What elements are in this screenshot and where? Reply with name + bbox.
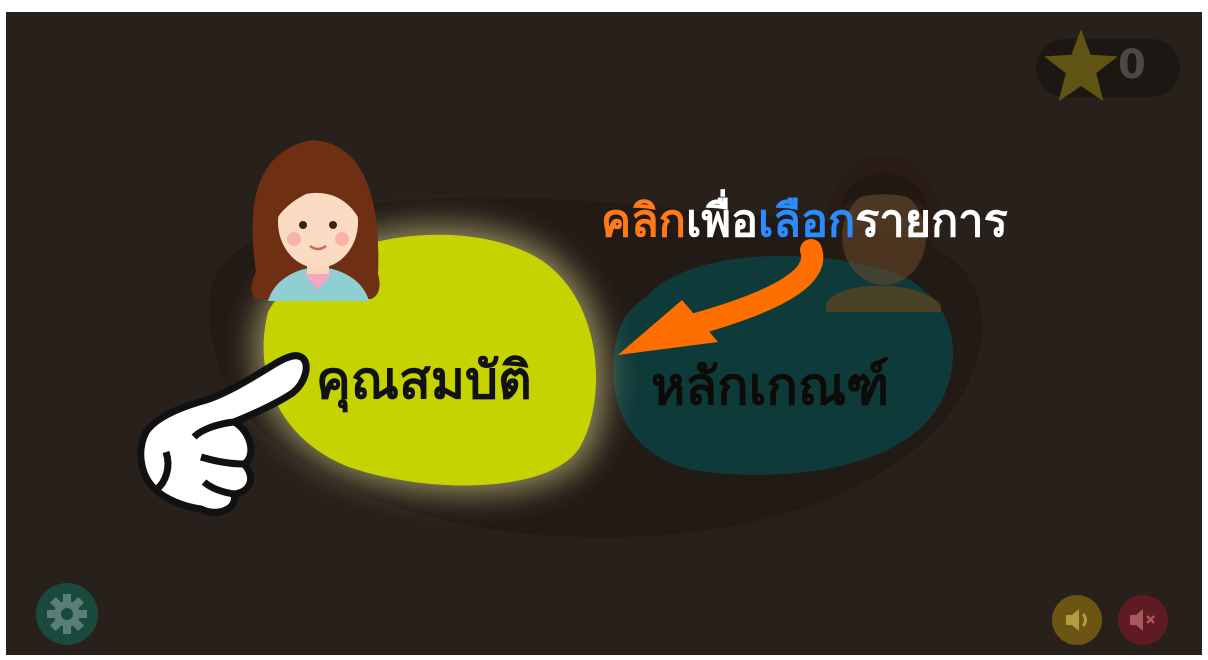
pointing-hand-icon xyxy=(137,352,310,516)
sound-on-button[interactable] xyxy=(1052,595,1102,645)
sound-mute-button[interactable] xyxy=(1118,595,1168,645)
speaker-mute-icon xyxy=(1130,609,1155,631)
settings-button[interactable] xyxy=(36,583,98,645)
game-stage: คุณสมบัติ หลักเกณฑ์ คลิกเพื่อเลือกรายการ… xyxy=(6,12,1202,655)
score-value: 0 xyxy=(1118,42,1146,88)
star-icon xyxy=(1044,29,1118,102)
speaker-on-icon xyxy=(1066,609,1087,631)
gear-icon xyxy=(47,594,87,634)
